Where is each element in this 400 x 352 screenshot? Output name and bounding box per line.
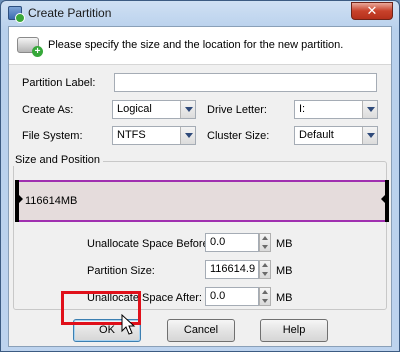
unallocated-before-unit: MB xyxy=(276,238,293,250)
unallocated-before-label: Unallocate Space Before: xyxy=(87,238,212,250)
window-title: Create Partition xyxy=(28,6,112,20)
file-system-label: File System: xyxy=(22,130,83,142)
close-button[interactable]: ✕ xyxy=(351,2,393,20)
create-as-value: Logical xyxy=(117,103,152,115)
chevron-down-icon[interactable] xyxy=(362,101,377,118)
left-resize-handle[interactable] xyxy=(15,180,23,222)
partition-size-unit: MB xyxy=(276,265,293,277)
mouse-pointer-icon xyxy=(121,314,136,335)
unallocated-after-input[interactable]: 0.0 xyxy=(205,287,259,306)
size-position-title: Size and Position xyxy=(12,154,103,166)
drive-letter-label: Drive Letter: xyxy=(207,104,267,116)
create-as-label: Create As: xyxy=(22,104,74,116)
right-resize-handle[interactable] xyxy=(381,180,389,222)
file-system-value: NTFS xyxy=(117,129,146,141)
partition-size-label: Partition Size: xyxy=(87,265,155,277)
unallocated-before-input[interactable]: 0.0 xyxy=(205,233,259,252)
partition-label-input[interactable] xyxy=(114,73,377,92)
chevron-down-icon[interactable] xyxy=(362,127,377,144)
chevron-down-icon[interactable] xyxy=(180,101,195,118)
partition-size-input[interactable]: 116614.9 xyxy=(205,260,259,279)
drive-letter-value: I: xyxy=(299,103,306,115)
app-icon xyxy=(8,6,25,23)
create-partition-dialog: Create Partition ✕ + Please specify the … xyxy=(0,0,400,352)
header-strip: + Please specify the size and the locati… xyxy=(9,27,391,65)
drive-letter-select[interactable]: I: xyxy=(294,100,378,119)
chevron-down-icon[interactable] xyxy=(180,127,195,144)
partition-size-text: 116614MB xyxy=(25,195,78,207)
cluster-size-label: Cluster Size: xyxy=(207,130,270,142)
add-disk-icon: + xyxy=(17,37,43,57)
unallocated-after-unit: MB xyxy=(276,292,293,304)
help-button[interactable]: Help xyxy=(260,319,328,342)
cluster-size-select[interactable]: Default xyxy=(294,126,378,145)
unallocated-before-spinner[interactable] xyxy=(259,233,271,252)
title-bar[interactable]: Create Partition ✕ xyxy=(1,1,399,25)
cluster-size-value: Default xyxy=(299,129,334,141)
partition-map-bar[interactable]: 116614MB xyxy=(15,180,389,222)
partition-size-spinner[interactable] xyxy=(259,260,271,279)
create-as-select[interactable]: Logical xyxy=(112,100,196,119)
unallocated-after-spinner[interactable] xyxy=(259,287,271,306)
header-instruction: Please specify the size and the location… xyxy=(48,39,344,51)
cancel-button[interactable]: Cancel xyxy=(167,319,235,342)
file-system-select[interactable]: NTFS xyxy=(112,126,196,145)
partition-label-label: Partition Label: xyxy=(22,77,96,89)
